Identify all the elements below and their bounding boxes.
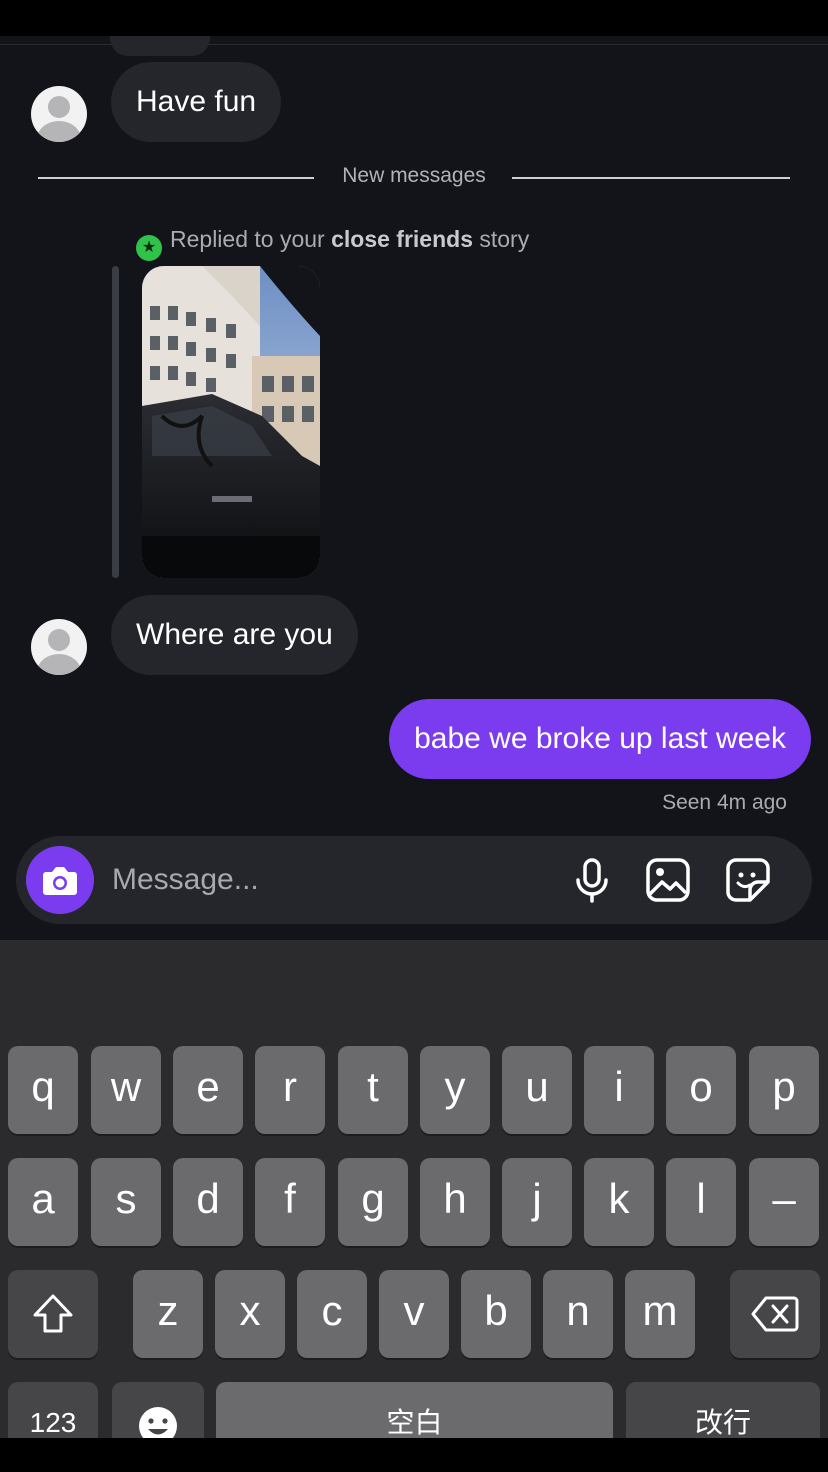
status-bar xyxy=(0,0,828,36)
microphone-icon[interactable] xyxy=(568,856,616,904)
sticker-icon[interactable] xyxy=(724,856,772,904)
incoming-message-bubble[interactable]: Where are you xyxy=(111,595,358,675)
emoji-icon xyxy=(139,1407,177,1438)
key-n[interactable]: n xyxy=(543,1270,613,1358)
gallery-icon[interactable] xyxy=(644,856,692,904)
key-m[interactable]: m xyxy=(625,1270,695,1358)
key-h[interactable]: h xyxy=(420,1158,490,1246)
seen-status: Seen 4m ago xyxy=(662,791,787,814)
chat-thread[interactable]: Have fun New messages ★ Replied to your c… xyxy=(0,36,828,940)
key-k[interactable]: k xyxy=(584,1158,654,1246)
emoji-key[interactable] xyxy=(112,1382,204,1438)
story-thumbnail[interactable] xyxy=(142,266,320,578)
key-dash[interactable]: – xyxy=(749,1158,819,1246)
key-f[interactable]: f xyxy=(255,1158,325,1246)
return-key[interactable]: 改行 xyxy=(626,1382,820,1438)
key-w[interactable]: w xyxy=(91,1046,161,1134)
message-input[interactable] xyxy=(112,836,552,924)
close-friends-star-icon: ★ xyxy=(136,235,162,261)
keyboard: q w e r t y u i o p a s d f g h j k l – … xyxy=(0,940,828,1438)
key-a[interactable]: a xyxy=(8,1158,78,1246)
key-t[interactable]: t xyxy=(338,1046,408,1134)
key-g[interactable]: g xyxy=(338,1158,408,1246)
backspace-icon xyxy=(751,1296,799,1332)
new-messages-label: New messages xyxy=(342,164,486,187)
bottom-safe-area xyxy=(0,1438,828,1472)
numbers-key[interactable]: 123 xyxy=(8,1382,98,1438)
key-j[interactable]: j xyxy=(502,1158,572,1246)
key-q[interactable]: q xyxy=(8,1046,78,1134)
sender-avatar[interactable] xyxy=(31,86,87,142)
key-i[interactable]: i xyxy=(584,1046,654,1134)
key-v[interactable]: v xyxy=(379,1270,449,1358)
shift-icon xyxy=(33,1294,73,1333)
camera-button[interactable] xyxy=(26,846,94,914)
key-c[interactable]: c xyxy=(297,1270,367,1358)
previous-message-bubble xyxy=(110,36,210,56)
key-d[interactable]: d xyxy=(173,1158,243,1246)
key-r[interactable]: r xyxy=(255,1046,325,1134)
new-messages-divider: New messages xyxy=(38,162,790,192)
key-e[interactable]: e xyxy=(173,1046,243,1134)
key-l[interactable]: l xyxy=(666,1158,736,1246)
key-o[interactable]: o xyxy=(666,1046,736,1134)
reply-indicator-bar xyxy=(112,266,119,578)
space-key[interactable]: 空白 xyxy=(216,1382,613,1438)
story-reply-label: ★ Replied to your close friends story xyxy=(136,226,529,261)
key-x[interactable]: x xyxy=(215,1270,285,1358)
key-y[interactable]: y xyxy=(420,1046,490,1134)
shift-key[interactable] xyxy=(8,1270,98,1358)
key-b[interactable]: b xyxy=(461,1270,531,1358)
key-s[interactable]: s xyxy=(91,1158,161,1246)
key-u[interactable]: u xyxy=(502,1046,572,1134)
incoming-message-bubble[interactable]: Have fun xyxy=(111,62,282,142)
key-p[interactable]: p xyxy=(749,1046,819,1134)
key-z[interactable]: z xyxy=(133,1270,203,1358)
sender-avatar[interactable] xyxy=(31,619,87,675)
backspace-key[interactable] xyxy=(730,1270,820,1358)
message-composer xyxy=(16,836,812,924)
outgoing-message-bubble[interactable]: babe we broke up last week xyxy=(389,699,811,779)
camera-icon xyxy=(43,867,77,895)
